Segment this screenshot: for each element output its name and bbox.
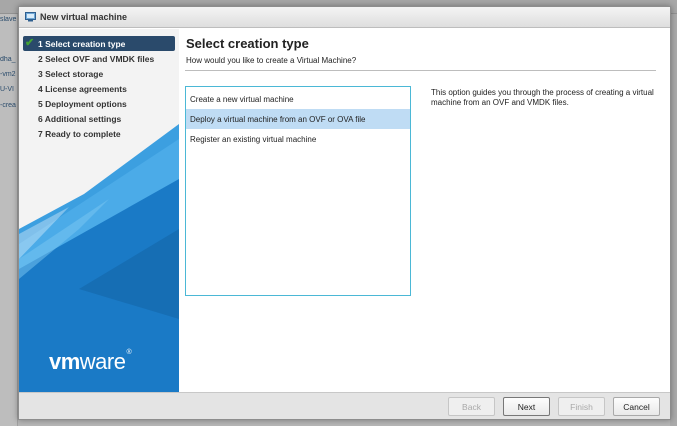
step-additional-settings[interactable]: 6 Additional settings bbox=[23, 111, 175, 126]
dialog-titlebar: New virtual machine bbox=[19, 7, 670, 28]
wizard-sidebar: ✔ 1 Select creation type 2 Select OVF an… bbox=[19, 29, 179, 392]
step-label: 5 Deployment options bbox=[38, 98, 127, 109]
page-title: Select creation type bbox=[186, 36, 309, 51]
wizard-content: Select creation type How would you like … bbox=[179, 29, 670, 392]
dialog-footer: Back Next Finish Cancel bbox=[19, 392, 670, 419]
creation-type-list: Create a new virtual machine Deploy a vi… bbox=[185, 86, 411, 296]
step-label: 3 Select storage bbox=[38, 68, 104, 79]
check-icon: ✔ bbox=[25, 37, 35, 49]
wizard-steps: ✔ 1 Select creation type 2 Select OVF an… bbox=[23, 36, 175, 141]
vm-icon bbox=[25, 12, 36, 22]
next-button[interactable]: Next bbox=[503, 397, 550, 416]
option-label: Create a new virtual machine bbox=[190, 94, 294, 104]
dialog-title: New virtual machine bbox=[40, 12, 128, 22]
cancel-button[interactable]: Cancel bbox=[613, 397, 660, 416]
option-label: Deploy a virtual machine from an OVF or … bbox=[190, 114, 366, 124]
step-select-ovf-vmdk-files[interactable]: 2 Select OVF and VMDK files bbox=[23, 51, 175, 66]
step-select-creation-type[interactable]: ✔ 1 Select creation type bbox=[23, 36, 175, 51]
title-divider bbox=[185, 70, 656, 71]
step-label: 2 Select OVF and VMDK files bbox=[38, 53, 155, 64]
finish-button[interactable]: Finish bbox=[558, 397, 605, 416]
step-select-storage[interactable]: 3 Select storage bbox=[23, 66, 175, 81]
step-label: 6 Additional settings bbox=[38, 113, 122, 124]
option-deploy-from-ovf-ova[interactable]: Deploy a virtual machine from an OVF or … bbox=[186, 109, 410, 129]
step-ready-to-complete[interactable]: 7 Ready to complete bbox=[23, 126, 175, 141]
step-label: 4 License agreements bbox=[38, 83, 127, 94]
option-register-existing-vm[interactable]: Register an existing virtual machine bbox=[186, 129, 410, 149]
step-label: 7 Ready to complete bbox=[38, 128, 121, 139]
option-description: This option guides you through the proce… bbox=[431, 88, 654, 107]
step-license-agreements[interactable]: 4 License agreements bbox=[23, 81, 175, 96]
step-deployment-options[interactable]: 5 Deployment options bbox=[23, 96, 175, 111]
option-create-new-vm[interactable]: Create a new virtual machine bbox=[186, 89, 410, 109]
back-button[interactable]: Back bbox=[448, 397, 495, 416]
vmware-logo: vmware® bbox=[49, 349, 132, 374]
new-vm-dialog: New virtual machine ✔ 1 Select creation … bbox=[18, 6, 671, 420]
step-label: 1 Select creation type bbox=[38, 38, 126, 49]
page-subtitle: How would you like to create a Virtual M… bbox=[186, 56, 357, 65]
option-label: Register an existing virtual machine bbox=[190, 134, 317, 144]
